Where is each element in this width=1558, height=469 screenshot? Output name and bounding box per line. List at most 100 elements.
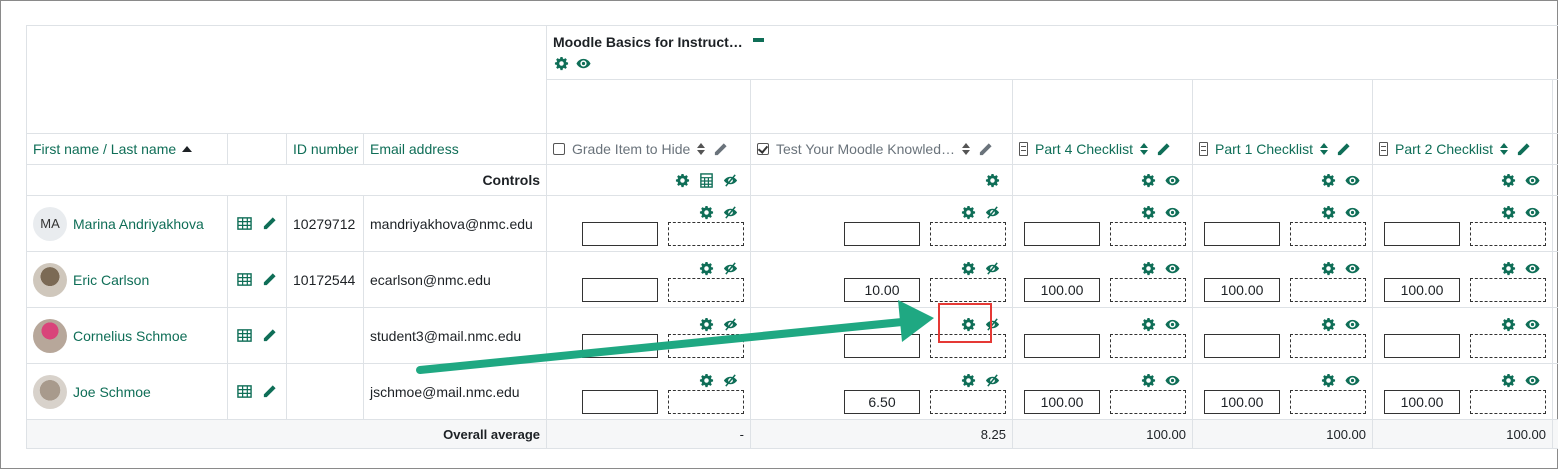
grade-input[interactable] <box>844 221 920 246</box>
pencil-icon[interactable] <box>1335 141 1351 157</box>
item-header-1[interactable]: Test Your Moodle Knowled… <box>750 133 1013 165</box>
feedback-input[interactable] <box>1110 389 1186 414</box>
feedback-input[interactable] <box>930 389 1006 414</box>
eye-icon[interactable] <box>1164 172 1180 188</box>
grade-input[interactable]: 100.00 <box>1384 277 1460 302</box>
table-icon[interactable] <box>237 328 253 344</box>
avatar[interactable] <box>33 318 67 353</box>
feedback-input[interactable] <box>668 221 744 246</box>
gear-icon[interactable] <box>1320 172 1336 188</box>
grade-input[interactable]: 100.00 <box>1024 389 1100 414</box>
table-icon[interactable] <box>237 216 253 232</box>
gear-icon[interactable] <box>1140 172 1156 188</box>
feedback-input[interactable] <box>1290 221 1366 246</box>
gear-icon[interactable] <box>1320 373 1336 389</box>
eye-icon[interactable] <box>1344 261 1360 277</box>
sort-icon[interactable] <box>1320 143 1329 155</box>
gear-icon[interactable] <box>1140 317 1156 333</box>
gear-icon[interactable] <box>984 172 1000 188</box>
email-column-header[interactable]: Email address <box>363 133 547 165</box>
grade-input[interactable] <box>582 221 658 246</box>
gear-icon[interactable] <box>1500 261 1516 277</box>
avatar[interactable] <box>33 374 67 409</box>
student-name-link[interactable]: Joe Schmoe <box>73 384 151 400</box>
table-icon[interactable] <box>237 384 253 400</box>
eye-slash-icon[interactable] <box>722 172 738 188</box>
gear-icon[interactable] <box>1140 373 1156 389</box>
eye-icon[interactable] <box>1344 172 1360 188</box>
grade-input[interactable]: 100.00 <box>1024 277 1100 302</box>
feedback-input[interactable] <box>1470 221 1546 246</box>
grade-input[interactable]: 10.00 <box>844 277 920 302</box>
grade-input[interactable] <box>582 389 658 414</box>
grade-input[interactable]: 100.00 <box>1384 389 1460 414</box>
grade-input[interactable] <box>1024 221 1100 246</box>
grade-input[interactable] <box>582 277 658 302</box>
grade-input[interactable] <box>1384 221 1460 246</box>
feedback-input[interactable] <box>1470 389 1546 414</box>
avatar[interactable]: MA <box>33 206 67 241</box>
eye-icon[interactable] <box>1524 261 1540 277</box>
gear-icon[interactable] <box>1320 317 1336 333</box>
eye-slash-icon[interactable] <box>722 261 738 277</box>
gear-icon[interactable] <box>698 317 714 333</box>
gear-icon[interactable] <box>1500 205 1516 221</box>
pencil-icon[interactable] <box>712 141 728 157</box>
feedback-input[interactable] <box>930 221 1006 246</box>
feedback-input[interactable] <box>1470 277 1546 302</box>
pencil-icon[interactable] <box>262 272 278 288</box>
grade-input[interactable] <box>844 333 920 358</box>
feedback-input[interactable] <box>1290 389 1366 414</box>
eye-icon[interactable] <box>1524 172 1540 188</box>
grade-input[interactable] <box>1204 221 1280 246</box>
feedback-input[interactable] <box>1290 277 1366 302</box>
grade-input[interactable] <box>1204 333 1280 358</box>
grade-input[interactable]: 6.50 <box>844 389 920 414</box>
eye-slash-icon[interactable] <box>984 261 1000 277</box>
calculator-icon[interactable] <box>698 172 714 188</box>
grade-input[interactable] <box>1024 333 1100 358</box>
student-name-link[interactable]: Cornelius Schmoe <box>73 328 187 344</box>
sort-icon[interactable] <box>697 143 706 155</box>
eye-icon[interactable] <box>1524 205 1540 221</box>
eye-icon[interactable] <box>1164 373 1180 389</box>
eye-slash-icon[interactable] <box>984 205 1000 221</box>
eye-icon[interactable] <box>1524 373 1540 389</box>
feedback-input[interactable] <box>1110 277 1186 302</box>
gear-icon[interactable] <box>674 172 690 188</box>
eye-icon[interactable] <box>1344 373 1360 389</box>
eye-icon[interactable] <box>1164 317 1180 333</box>
student-name-link[interactable]: Marina Andriyakhova <box>73 216 204 232</box>
gear-icon[interactable] <box>960 261 976 277</box>
feedback-input[interactable] <box>668 277 744 302</box>
feedback-input[interactable] <box>1290 333 1366 358</box>
eye-icon[interactable] <box>1344 205 1360 221</box>
gear-icon[interactable] <box>553 55 569 71</box>
collapse-icon[interactable] <box>752 38 764 43</box>
feedback-input[interactable] <box>1110 221 1186 246</box>
feedback-input[interactable] <box>1110 333 1186 358</box>
eye-icon[interactable] <box>575 55 591 71</box>
item-header-0[interactable]: Grade Item to Hide <box>546 133 751 165</box>
eye-icon[interactable] <box>1524 317 1540 333</box>
gear-icon[interactable] <box>698 261 714 277</box>
gear-icon[interactable] <box>698 373 714 389</box>
pencil-icon[interactable] <box>262 384 278 400</box>
avatar[interactable] <box>33 262 67 297</box>
gear-icon[interactable] <box>1140 205 1156 221</box>
sort-icon[interactable] <box>1140 143 1149 155</box>
eye-slash-icon[interactable] <box>984 373 1000 389</box>
pencil-icon[interactable] <box>1515 141 1531 157</box>
pencil-icon[interactable] <box>262 328 278 344</box>
eye-slash-icon[interactable] <box>722 373 738 389</box>
feedback-input[interactable] <box>668 389 744 414</box>
item-header-3[interactable]: Part 1 Checklist <box>1192 133 1373 165</box>
pencil-icon[interactable] <box>262 216 278 232</box>
table-icon[interactable] <box>237 272 253 288</box>
feedback-input[interactable] <box>668 333 744 358</box>
gear-icon[interactable] <box>698 205 714 221</box>
sort-icon[interactable] <box>962 143 970 155</box>
name-column-header[interactable]: First name / Last name <box>26 133 228 165</box>
eye-icon[interactable] <box>1164 261 1180 277</box>
item-header-4[interactable]: Part 2 Checklist <box>1372 133 1553 165</box>
